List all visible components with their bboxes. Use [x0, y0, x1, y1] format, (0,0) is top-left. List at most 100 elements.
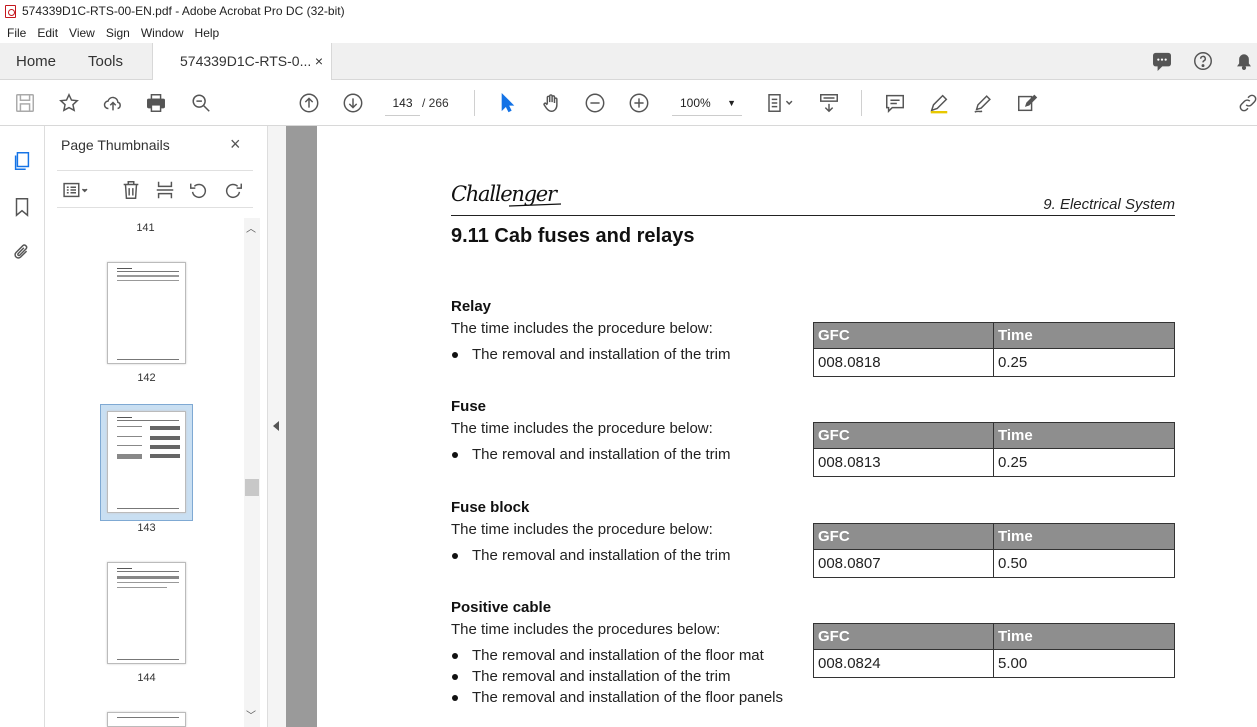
gfc-table: GFC Time 008.0824 5.00	[813, 623, 1175, 678]
gfc-header: GFC	[813, 322, 994, 349]
section-fuse-block: Fuse block The time includes the procedu…	[451, 499, 811, 568]
section-heading: Fuse	[451, 398, 487, 415]
section-heading: Relay	[451, 298, 492, 315]
attachment-icon[interactable]	[10, 240, 34, 264]
zoom-select[interactable]: 100% ▼	[672, 90, 742, 116]
scroll-up-icon[interactable]: ︿	[246, 220, 256, 235]
delete-page-icon[interactable]	[119, 178, 143, 202]
gfc-header: GFC	[813, 623, 994, 650]
chevron-down-icon: ▼	[727, 98, 736, 108]
thumbnail-page-145[interactable]	[107, 712, 186, 727]
zoom-in-icon[interactable]	[627, 91, 651, 115]
rotate-right-icon[interactable]	[221, 178, 245, 202]
next-page-icon[interactable]	[341, 91, 365, 115]
bullet-item: The removal and installation of the floo…	[451, 647, 821, 665]
page-title: 9.11 Cab fuses and relays	[451, 225, 695, 247]
svg-text:Challenger: Challenger	[451, 182, 559, 206]
print-icon[interactable]	[144, 91, 168, 115]
page-total: / 266	[422, 96, 449, 110]
time-cell: 0.25	[993, 348, 1175, 377]
comment-bubble-icon[interactable]	[1150, 49, 1174, 73]
bullet-item: The removal and installation of the trim	[451, 446, 811, 464]
insert-page-icon[interactable]	[153, 178, 177, 202]
zoom-out-icon[interactable]	[583, 91, 607, 115]
bell-icon[interactable]	[1232, 49, 1256, 73]
window-title: 574339D1C-RTS-00-EN.pdf - Adobe Acrobat …	[22, 4, 345, 18]
gfc-header: GFC	[813, 422, 994, 449]
section-relay: Relay The time includes the procedure be…	[451, 298, 811, 367]
menu-window[interactable]: Window	[141, 26, 184, 40]
gfc-cell: 008.0824	[813, 649, 994, 678]
gfc-cell: 008.0807	[813, 549, 994, 578]
edit-pdf-icon[interactable]	[1015, 91, 1039, 115]
section-intro: The time includes the procedure below:	[451, 420, 713, 437]
highlight-pen-icon[interactable]	[927, 91, 951, 115]
tab-close-icon[interactable]: ×	[315, 43, 323, 80]
menu-file[interactable]: File	[7, 26, 26, 40]
section-heading: Positive cable	[451, 599, 552, 616]
time-cell: 0.25	[993, 448, 1175, 477]
tab-home[interactable]: Home	[16, 43, 56, 80]
select-cursor-icon[interactable]	[495, 91, 519, 115]
tab-document[interactable]: 574339D1C-RTS-0... ×	[152, 43, 332, 81]
gfc-table: GFC Time 008.0818 0.25	[813, 322, 1175, 377]
section-header: 9. Electrical System	[1043, 196, 1175, 213]
rotate-left-icon[interactable]	[187, 178, 211, 202]
challenger-logo: Challenger	[451, 182, 562, 207]
bullet-item: The removal and installation of the trim	[451, 547, 811, 565]
time-header: Time	[993, 523, 1175, 550]
add-comment-icon[interactable]	[883, 91, 907, 115]
thumbnail-page-142[interactable]	[107, 262, 186, 364]
thumbnail-page-144[interactable]	[107, 562, 186, 664]
left-nav-rail	[0, 126, 45, 727]
options-menu-icon[interactable]	[59, 178, 93, 202]
scroll-down-icon[interactable]: ﹀	[246, 707, 256, 722]
thumbnail-page-number: 141	[136, 222, 155, 234]
star-icon[interactable]	[57, 91, 81, 115]
scrollbar-thumb[interactable]	[245, 479, 259, 496]
gfc-table: GFC Time 008.0813 0.25	[813, 422, 1175, 477]
gfc-cell: 008.0818	[813, 348, 994, 377]
collapse-arrow-icon	[273, 421, 279, 431]
zoom-search-icon[interactable]	[189, 91, 213, 115]
gfc-table: GFC Time 008.0807 0.50	[813, 523, 1175, 578]
time-cell: 5.00	[993, 649, 1175, 678]
section-intro: The time includes the procedures below:	[451, 621, 721, 638]
thumbnail-page-143[interactable]	[107, 411, 186, 513]
bullet-item: The removal and installation of the floo…	[451, 689, 821, 707]
page-fit-icon[interactable]	[762, 91, 798, 115]
time-header: Time	[993, 422, 1175, 449]
panel-collapse-handle[interactable]	[267, 126, 286, 727]
thumbnails-scrollbar[interactable]	[244, 218, 260, 727]
menu-help[interactable]: Help	[195, 26, 220, 40]
bullet-item: The removal and installation of the trim	[451, 668, 821, 686]
previous-page-icon[interactable]	[297, 91, 321, 115]
menu-sign[interactable]: Sign	[106, 26, 130, 40]
pdf-file-icon	[5, 5, 16, 18]
menu-edit[interactable]: Edit	[37, 26, 58, 40]
page-thumbnails-icon[interactable]	[10, 149, 34, 173]
thumbnail-page-number: 144	[137, 672, 156, 684]
section-fuse: Fuse The time includes the procedure bel…	[451, 398, 811, 467]
page-number-input[interactable]: 143	[385, 90, 420, 116]
menu-view[interactable]: View	[69, 26, 95, 40]
thumbnail-page-number: 142	[137, 372, 156, 384]
section-heading: Fuse block	[451, 499, 530, 516]
thumbnails-toolbar	[57, 170, 253, 208]
main-toolbar	[0, 80, 1257, 126]
draw-sign-icon[interactable]	[971, 91, 995, 115]
tab-document-label: 574339D1C-RTS-0...	[180, 53, 312, 69]
tab-tools[interactable]: Tools	[88, 43, 123, 80]
panel-title: Page Thumbnails	[61, 137, 170, 153]
upload-cloud-icon[interactable]	[101, 91, 125, 115]
bookmark-icon[interactable]	[10, 195, 34, 219]
save-icon[interactable]	[13, 91, 37, 115]
hand-tool-icon[interactable]	[539, 91, 563, 115]
share-link-icon[interactable]	[1236, 91, 1257, 115]
help-icon[interactable]	[1191, 49, 1215, 73]
bullet-item: The removal and installation of the trim	[451, 346, 811, 364]
scroll-mode-icon[interactable]	[817, 91, 841, 115]
panel-close-icon[interactable]: ×	[230, 134, 241, 155]
header-rule	[451, 215, 1175, 216]
zoom-value: 100%	[680, 96, 711, 110]
